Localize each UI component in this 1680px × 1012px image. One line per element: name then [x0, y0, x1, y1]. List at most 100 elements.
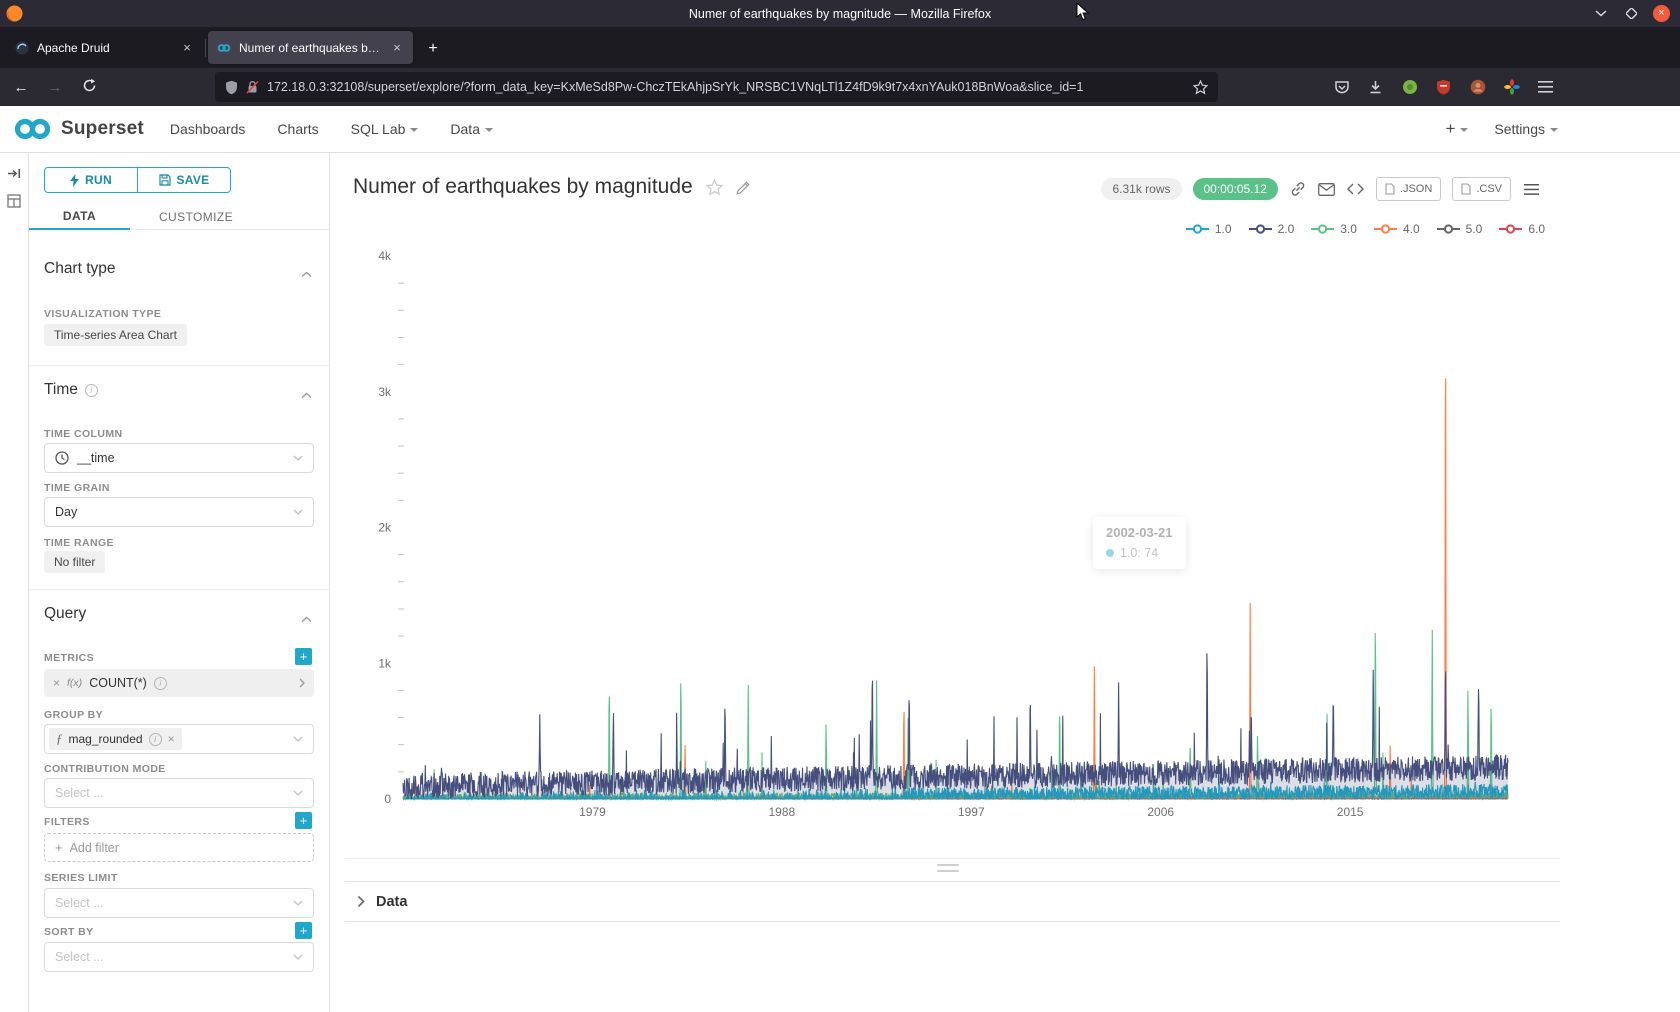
mouse-cursor [1076, 3, 1090, 23]
pocket-icon[interactable] [1333, 79, 1350, 96]
extension-pinwheel-icon[interactable] [1503, 79, 1520, 96]
time-column-label: TIME COLUMN [44, 428, 122, 440]
info-icon[interactable] [149, 733, 162, 746]
collapse-chart-type-icon[interactable] [301, 265, 312, 283]
downloads-icon[interactable] [1367, 79, 1384, 96]
viz-type-value[interactable]: Time-series Area Chart [44, 324, 187, 346]
reload-button[interactable] [78, 78, 100, 97]
application-window: Numer of earthquakes by magnitude — Mozi… [0, 0, 1680, 1012]
info-icon[interactable] [85, 384, 98, 397]
svg-text:2k: 2k [378, 521, 392, 535]
superset-logo[interactable]: Superset [12, 117, 144, 141]
time-column-select[interactable]: __time [44, 443, 314, 473]
tab-customize[interactable]: CUSTOMIZE [130, 204, 262, 230]
tab-separator [205, 39, 206, 57]
time-range-value[interactable]: No filter [44, 551, 105, 573]
back-button[interactable]: ← [10, 79, 32, 96]
fx-icon: f(x) [67, 677, 82, 689]
add-sort-by-button[interactable] [295, 922, 312, 939]
chevron-down-icon [293, 509, 303, 515]
tab-close-icon[interactable]: × [390, 40, 404, 55]
tab-title: Apache Druid [37, 41, 172, 55]
tab-close-icon[interactable]: × [180, 40, 194, 55]
window-title: Numer of earthquakes by magnitude — Mozi… [0, 7, 1680, 21]
contribution-mode-select[interactable]: Select ... [44, 778, 314, 808]
url-bar[interactable]: 172.18.0.3:32108/superset/explore/?form_… [215, 72, 1218, 102]
data-panel-title: Data [376, 894, 407, 910]
brand-name: Superset [61, 118, 144, 140]
remove-group-by-icon[interactable] [168, 732, 175, 746]
svg-text:1997: 1997 [958, 805, 985, 819]
nav-data[interactable]: Data [450, 121, 493, 137]
save-button[interactable]: SAVE [137, 167, 231, 193]
window-minimize-button[interactable] [1593, 6, 1609, 22]
section-divider [29, 589, 330, 590]
expand-datasource-panel-icon[interactable] [7, 167, 21, 185]
chart-canvas[interactable]: 01k2k3k4k19791988199720062015 2002-03-21… [330, 153, 1680, 858]
metric-pill[interactable]: f(x) COUNT(*) [44, 669, 314, 697]
chevron-right-icon [357, 895, 365, 908]
section-divider [29, 365, 330, 366]
druid-favicon-icon [15, 41, 29, 55]
chart-tooltip: 2002-03-21 1.0: 74 [1093, 517, 1186, 569]
chevron-down-icon [293, 900, 303, 906]
series-line-4.0 [403, 378, 1508, 799]
extension-green-icon[interactable] [1401, 79, 1418, 96]
chevron-right-icon [299, 678, 305, 688]
time-grain-select[interactable]: Day [44, 497, 314, 527]
ublock-shield-icon[interactable] [1435, 79, 1452, 96]
tooltip-series-dot [1106, 549, 1114, 557]
chevron-down-icon [293, 455, 303, 461]
superset-navbar: Superset Dashboards Charts SQL Lab Data … [0, 106, 1680, 153]
info-icon[interactable] [154, 677, 167, 690]
maximize-icon [1626, 8, 1637, 19]
chevron-down-icon [293, 790, 303, 796]
control-tabs: DATA CUSTOMIZE [29, 204, 330, 230]
nav-dashboards[interactable]: Dashboards [170, 121, 246, 137]
group-by-chip[interactable]: ƒ mag_rounded [49, 728, 182, 750]
section-query: Query [44, 605, 86, 623]
browser-tab-earthquakes[interactable]: Numer of earthquakes by magnitude × [208, 31, 413, 64]
new-tab-button[interactable]: + [423, 40, 443, 58]
collapse-time-icon[interactable] [301, 386, 312, 404]
svg-text:4k: 4k [378, 249, 392, 263]
group-by-select[interactable]: ƒ mag_rounded [44, 724, 314, 754]
series-limit-select[interactable]: Select ... [44, 888, 314, 918]
window-close-button[interactable] [1653, 5, 1670, 22]
chevron-down-icon [1595, 10, 1607, 17]
profile-avatar-icon[interactable] [1469, 79, 1486, 96]
svg-text:2006: 2006 [1147, 805, 1174, 819]
resize-drag-handle[interactable] [937, 864, 959, 872]
browser-tab-apache-druid[interactable]: Apache Druid × [6, 31, 203, 64]
forward-button[interactable]: → [44, 79, 66, 96]
section-time: Time [44, 381, 98, 399]
save-icon [159, 174, 171, 186]
add-filter-button[interactable] [295, 812, 312, 829]
add-metric-button[interactable] [295, 648, 312, 665]
bookmark-star-icon[interactable] [1193, 80, 1208, 95]
remove-metric-icon[interactable] [53, 676, 60, 690]
superset-favicon-icon [217, 41, 231, 55]
run-button[interactable]: RUN [44, 167, 138, 193]
window-maximize-button[interactable] [1623, 6, 1639, 22]
bolt-icon [70, 174, 79, 187]
tooltip-series-value: 1.0: 74 [1120, 546, 1158, 560]
nav-charts[interactable]: Charts [277, 121, 318, 137]
collapsed-datasource-strip [0, 153, 29, 1012]
collapse-query-icon[interactable] [301, 610, 312, 628]
nav-sql-lab[interactable]: SQL Lab [351, 121, 419, 137]
url-text: 172.18.0.3:32108/superset/explore/?form_… [267, 80, 1185, 94]
menu-icon[interactable] [1537, 79, 1554, 96]
series-area-4.0 [403, 378, 1508, 799]
settings-menu[interactable]: Settings [1494, 121, 1558, 137]
dataset-grid-icon[interactable] [7, 194, 21, 213]
tab-data[interactable]: DATA [29, 204, 130, 230]
add-filter-dropzone[interactable]: Add filter [44, 833, 314, 862]
new-item-button[interactable]: + [1445, 119, 1468, 139]
contribution-mode-label: CONTRIBUTION MODE [44, 763, 166, 775]
sort-by-select[interactable]: Select ... [44, 942, 314, 972]
filters-label: FILTERS [44, 816, 90, 828]
data-panel-header[interactable]: Data [345, 881, 1560, 922]
chart-axes: 01k2k3k4k19791988199720062015 [378, 249, 1508, 819]
chevron-down-icon [293, 736, 303, 742]
